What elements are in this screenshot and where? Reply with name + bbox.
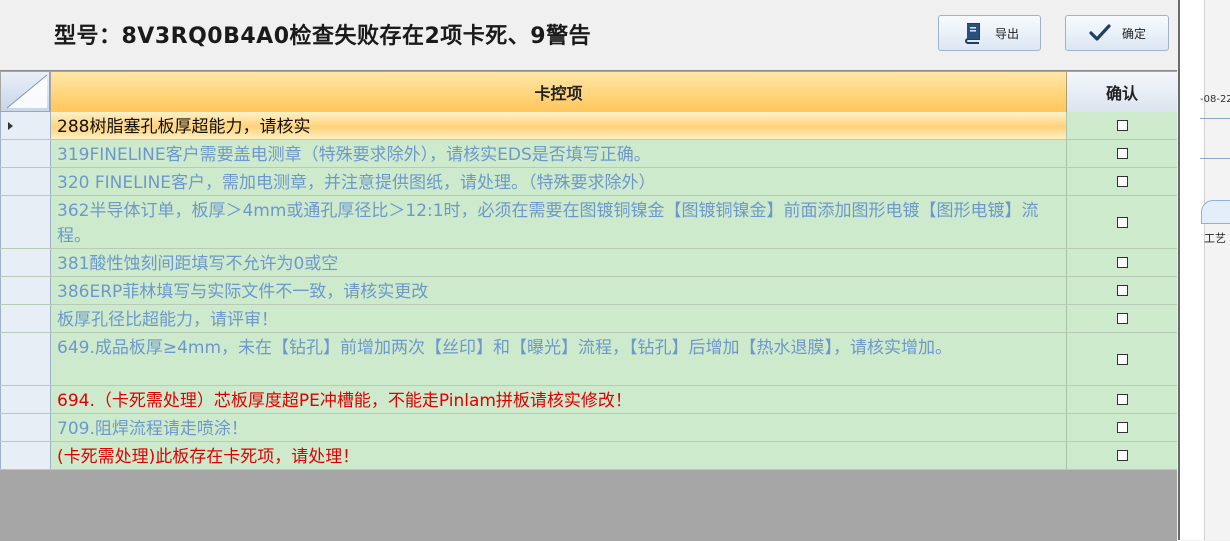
- check-item-text[interactable]: 381酸性蚀刻间距填写不允许为0或空: [51, 249, 1067, 276]
- confirm-checkbox[interactable]: [1116, 313, 1128, 324]
- check-item-text[interactable]: 362半导体订单，板厚＞4mm或通孔厚径比＞12:1时，必须在需要在图镀铜镍金【…: [51, 196, 1067, 248]
- confirm-checkbox[interactable]: [1116, 120, 1128, 131]
- confirm-checkbox[interactable]: [1116, 148, 1128, 159]
- table-row[interactable]: 386ERP菲林填写与实际文件不一致，请核实更改: [0, 277, 1177, 305]
- background-window: -08-22 工艺: [1178, 0, 1230, 540]
- confirm-checkbox[interactable]: [1116, 285, 1128, 296]
- row-header[interactable]: [0, 386, 51, 413]
- export-button[interactable]: 导出: [938, 15, 1041, 51]
- background-divider: [1200, 118, 1230, 119]
- background-date-fragment: -08-22: [1200, 94, 1230, 105]
- confirm-checkbox[interactable]: [1116, 176, 1128, 187]
- row-header[interactable]: [0, 249, 51, 276]
- check-item-text[interactable]: 319FINELINE客户需要盖电测章（特殊要求除外），请核实EDS是否填写正确…: [51, 140, 1067, 167]
- current-row-arrow-icon: [8, 121, 13, 130]
- check-item-text[interactable]: 709.阻焊流程请走喷涂！: [51, 414, 1067, 441]
- table-row[interactable]: 362半导体订单，板厚＞4mm或通孔厚径比＞12:1时，必须在需要在图镀铜镍金【…: [0, 196, 1177, 249]
- checkmark-icon: [1088, 21, 1112, 45]
- check-item-text[interactable]: 386ERP菲林填写与实际文件不一致，请核实更改: [51, 277, 1067, 304]
- dialog-title: 型号：8V3RQ0B4A0检查失败存在2项卡死、9警告: [54, 24, 592, 49]
- row-header[interactable]: [0, 414, 51, 441]
- table-row[interactable]: 板厚孔径比超能力，请评审！: [0, 305, 1177, 333]
- table-row[interactable]: 320 FINELINE客户，需加电测章，并注意提供图纸，请处理。（特殊要求除外…: [0, 168, 1177, 196]
- background-divider: [1200, 158, 1230, 159]
- row-header[interactable]: [0, 333, 51, 385]
- confirm-checkbox[interactable]: [1116, 257, 1128, 268]
- row-header[interactable]: [0, 277, 51, 304]
- column-header-check-item[interactable]: 卡控项: [51, 72, 1067, 112]
- row-header[interactable]: [0, 168, 51, 195]
- dialog-header: 型号：8V3RQ0B4A0检查失败存在2项卡死、9警告 导出 确定: [0, 0, 1178, 70]
- confirm-checkbox[interactable]: [1116, 353, 1128, 365]
- row-header[interactable]: [0, 140, 51, 167]
- table-row[interactable]: 319FINELINE客户需要盖电测章（特殊要求除外），请核实EDS是否填写正确…: [0, 140, 1177, 168]
- table-row[interactable]: (卡死需处理)此板存在卡死项，请处理！: [0, 442, 1177, 470]
- check-item-text[interactable]: 288树脂塞孔板厚超能力，请核实: [51, 112, 1067, 139]
- table-row[interactable]: 288树脂塞孔板厚超能力，请核实: [0, 112, 1177, 140]
- check-item-text[interactable]: 板厚孔径比超能力，请评审！: [51, 305, 1067, 332]
- table-row[interactable]: 381酸性蚀刻间距填写不允许为0或空: [0, 249, 1177, 277]
- table-row[interactable]: 649.成品板厚≥4mm，未在【钻孔】前增加两次【丝印】和【曝光】流程，【钻孔】…: [0, 333, 1177, 386]
- select-all-corner[interactable]: [1, 72, 50, 111]
- confirm-checkbox[interactable]: [1116, 216, 1128, 228]
- ok-label: 确定: [1122, 26, 1147, 41]
- row-header[interactable]: [0, 196, 51, 248]
- book-icon: [961, 21, 985, 45]
- row-header[interactable]: [0, 112, 51, 139]
- background-panel: [1204, 0, 1230, 540]
- confirm-checkbox[interactable]: [1116, 450, 1128, 461]
- table-row[interactable]: 709.阻焊流程请走喷涂！: [0, 414, 1177, 442]
- table-row[interactable]: 694.（卡死需处理）芯板厚度超PE冲槽能，不能走Pinlam拼板请核实修改！: [0, 386, 1177, 414]
- background-tab-shape: [1201, 200, 1230, 224]
- grid-header: 卡控项 确认: [0, 71, 1177, 112]
- grid-rows: 288树脂塞孔板厚超能力，请核实 319FINELINE客户需要盖电测章（特殊要…: [0, 112, 1177, 470]
- export-label: 导出: [995, 26, 1020, 41]
- check-item-text[interactable]: 320 FINELINE客户，需加电测章，并注意提供图纸，请处理。（特殊要求除外…: [51, 168, 1067, 195]
- confirm-checkbox[interactable]: [1116, 394, 1128, 405]
- confirm-checkbox[interactable]: [1116, 422, 1128, 433]
- check-item-text[interactable]: (卡死需处理)此板存在卡死项，请处理！: [51, 442, 1067, 469]
- background-tab-label: 工艺: [1204, 232, 1226, 245]
- check-items-grid: 卡控项 确认 288树脂塞孔板厚超能力，请核实 319FINELINE客户需要盖…: [0, 70, 1177, 541]
- check-item-text[interactable]: 649.成品板厚≥4mm，未在【钻孔】前增加两次【丝印】和【曝光】流程，【钻孔】…: [51, 333, 1067, 385]
- check-item-text[interactable]: 694.（卡死需处理）芯板厚度超PE冲槽能，不能走Pinlam拼板请核实修改！: [51, 386, 1067, 413]
- row-header[interactable]: [0, 305, 51, 332]
- column-header-confirm[interactable]: 确认: [1067, 72, 1177, 112]
- ok-button[interactable]: 确定: [1065, 15, 1169, 51]
- row-header[interactable]: [0, 442, 51, 469]
- check-result-dialog: 型号：8V3RQ0B4A0检查失败存在2项卡死、9警告 导出 确定 卡控项 确认…: [0, 0, 1178, 541]
